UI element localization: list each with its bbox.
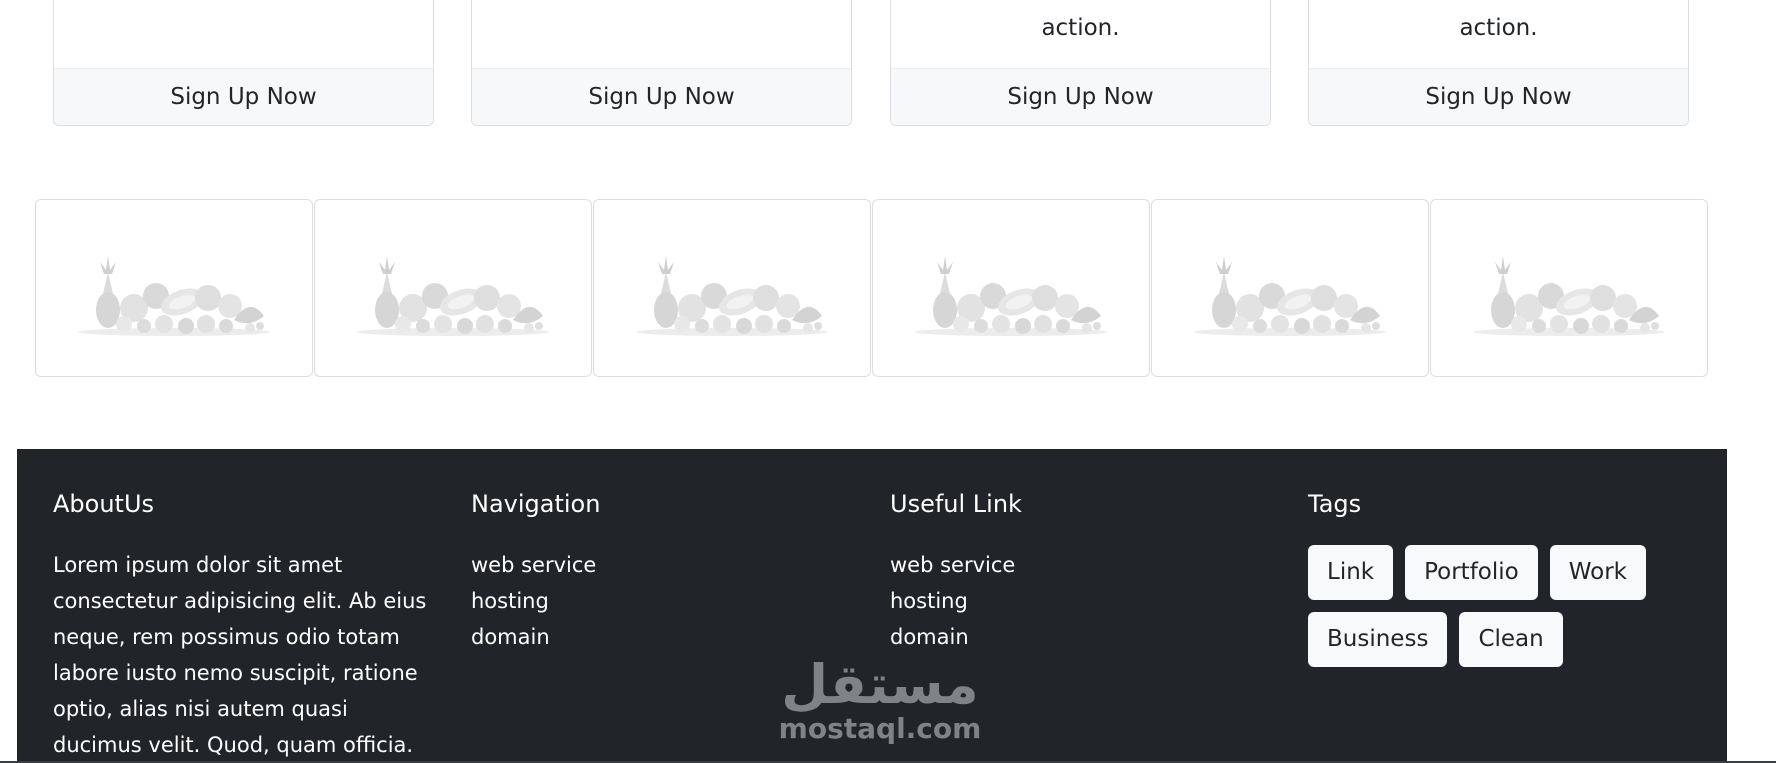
footer-useful-link[interactable]: hosting <box>890 583 1270 619</box>
site-footer: AboutUs Lorem ipsum dolor sit amet conse… <box>17 449 1727 763</box>
sign-up-button[interactable]: Sign Up Now <box>54 68 433 125</box>
tag-business[interactable]: Business <box>1308 612 1448 667</box>
pricing-cards: Sign Up Now Sign Up Now action. Sign Up … <box>0 0 1776 130</box>
gallery-thumbnail[interactable] <box>35 199 313 377</box>
sign-up-button[interactable]: Sign Up Now <box>891 68 1270 125</box>
pricing-card: Sign Up Now <box>53 0 434 126</box>
footer-nav-link[interactable]: web service <box>471 547 851 583</box>
sign-up-button[interactable]: Sign Up Now <box>472 68 851 125</box>
card-description <box>472 0 851 41</box>
footer-nav-link[interactable]: domain <box>471 619 851 655</box>
image-gallery <box>35 199 1709 377</box>
card-description-last-line: action. <box>1459 15 1538 41</box>
gallery-thumbnail[interactable] <box>593 199 871 377</box>
card-description: action. <box>1309 0 1688 41</box>
sign-up-button[interactable]: Sign Up Now <box>1309 68 1688 125</box>
footer-useful-link[interactable]: domain <box>890 619 1270 655</box>
footer-about-text: Lorem ipsum dolor sit amet consectetur a… <box>53 553 427 757</box>
footer-tags: Tags Link Portfolio Work Business Clean <box>1308 489 1708 667</box>
footer-useful-list: web service hosting domain <box>890 547 1270 655</box>
footer-useful-link[interactable]: web service <box>890 547 1270 583</box>
pricing-card: Sign Up Now <box>471 0 852 126</box>
fruit-basket-icon <box>915 256 1107 336</box>
footer-tags-title: Tags <box>1308 490 1362 518</box>
pricing-card: action. Sign Up Now <box>890 0 1271 126</box>
fruit-basket-icon <box>1473 256 1665 336</box>
footer-navigation-title: Navigation <box>471 490 601 518</box>
tag-portfolio[interactable]: Portfolio <box>1405 545 1538 600</box>
tag-clean[interactable]: Clean <box>1459 612 1563 667</box>
card-description <box>54 0 433 41</box>
gallery-thumbnail[interactable] <box>314 199 592 377</box>
fruit-basket-icon <box>636 256 828 336</box>
tag-list: Link Portfolio Work Business Clean <box>1308 545 1698 667</box>
footer-about: AboutUs Lorem ipsum dolor sit amet conse… <box>53 489 433 763</box>
tag-link[interactable]: Link <box>1308 545 1394 600</box>
gallery-thumbnail[interactable] <box>1430 199 1708 377</box>
footer-useful-links: Useful Link web service hosting domain <box>890 489 1270 655</box>
fruit-basket-icon <box>1194 256 1386 336</box>
tag-work[interactable]: Work <box>1549 545 1646 600</box>
card-description: action. <box>891 0 1270 41</box>
footer-navigation-links: web service hosting domain <box>471 547 851 655</box>
fruit-basket-icon <box>78 256 270 336</box>
footer-nav-link[interactable]: hosting <box>471 583 851 619</box>
pricing-card: action. Sign Up Now <box>1308 0 1689 126</box>
gallery-thumbnail[interactable] <box>1151 199 1429 377</box>
footer-navigation: Navigation web service hosting domain <box>471 489 851 655</box>
footer-useful-title: Useful Link <box>890 490 1022 518</box>
footer-about-title: AboutUs <box>53 490 155 518</box>
fruit-basket-icon <box>357 256 549 336</box>
card-description-last-line: action. <box>1041 15 1120 41</box>
gallery-thumbnail[interactable] <box>872 199 1150 377</box>
